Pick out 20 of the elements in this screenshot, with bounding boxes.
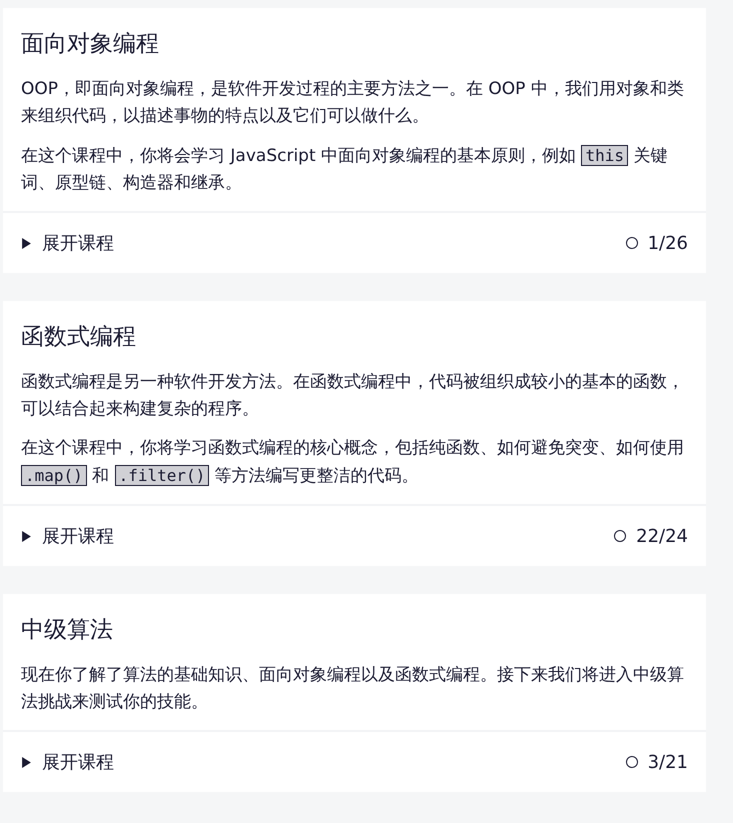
circle-icon <box>614 530 626 542</box>
course-description: 现在你了解了算法的基础知识、面向对象编程以及函数式编程。接下来我们将进入中级算法挑战来测试你的技能。 <box>21 664 685 714</box>
progress-count: 1/26 <box>648 232 688 254</box>
progress-count: 22/24 <box>636 526 688 546</box>
course-description: 在这个课程中，你将学习函数式编程的核心概念，包括纯函数、如何避免突变、如何使用 .map() 和 .filter() 等方法编写更整洁的代码。 <box>21 437 685 488</box>
course-description: 函数式编程是另一种软件开发方法。在函数式编程中，代码被组织成较小的基本的函数，可以结合起来构建复杂的程序。 <box>21 371 685 421</box>
expand-course-button[interactable]: 展开课程 <box>21 524 114 548</box>
triangle-icon <box>21 756 32 768</box>
circle-icon <box>626 237 638 249</box>
course-title: 函数式编程 <box>21 323 137 352</box>
course-description: 在这个课程中，你将会学习 JavaScript 中面向对象编程的基本原则，例如 this 关键词、原型链、构造器和继承。 <box>21 144 668 195</box>
course-title: 面向对象编程 <box>21 30 160 59</box>
progress-count: 3/21 <box>648 752 688 772</box>
expand-course-button[interactable]: 展开课程 <box>21 750 114 774</box>
course-description: OOP，即面向对象编程，是软件开发过程的主要方法之一。在 OOP 中，我们用对象和类来组织代码，以描述事物的特点以及它们可以做什么。 <box>21 78 685 128</box>
triangle-icon <box>21 238 32 248</box>
circle-icon <box>626 756 638 768</box>
course-title: 中级算法 <box>21 616 114 645</box>
triangle-icon <box>21 530 32 542</box>
expand-course-button[interactable]: 展开课程 <box>21 231 114 255</box>
